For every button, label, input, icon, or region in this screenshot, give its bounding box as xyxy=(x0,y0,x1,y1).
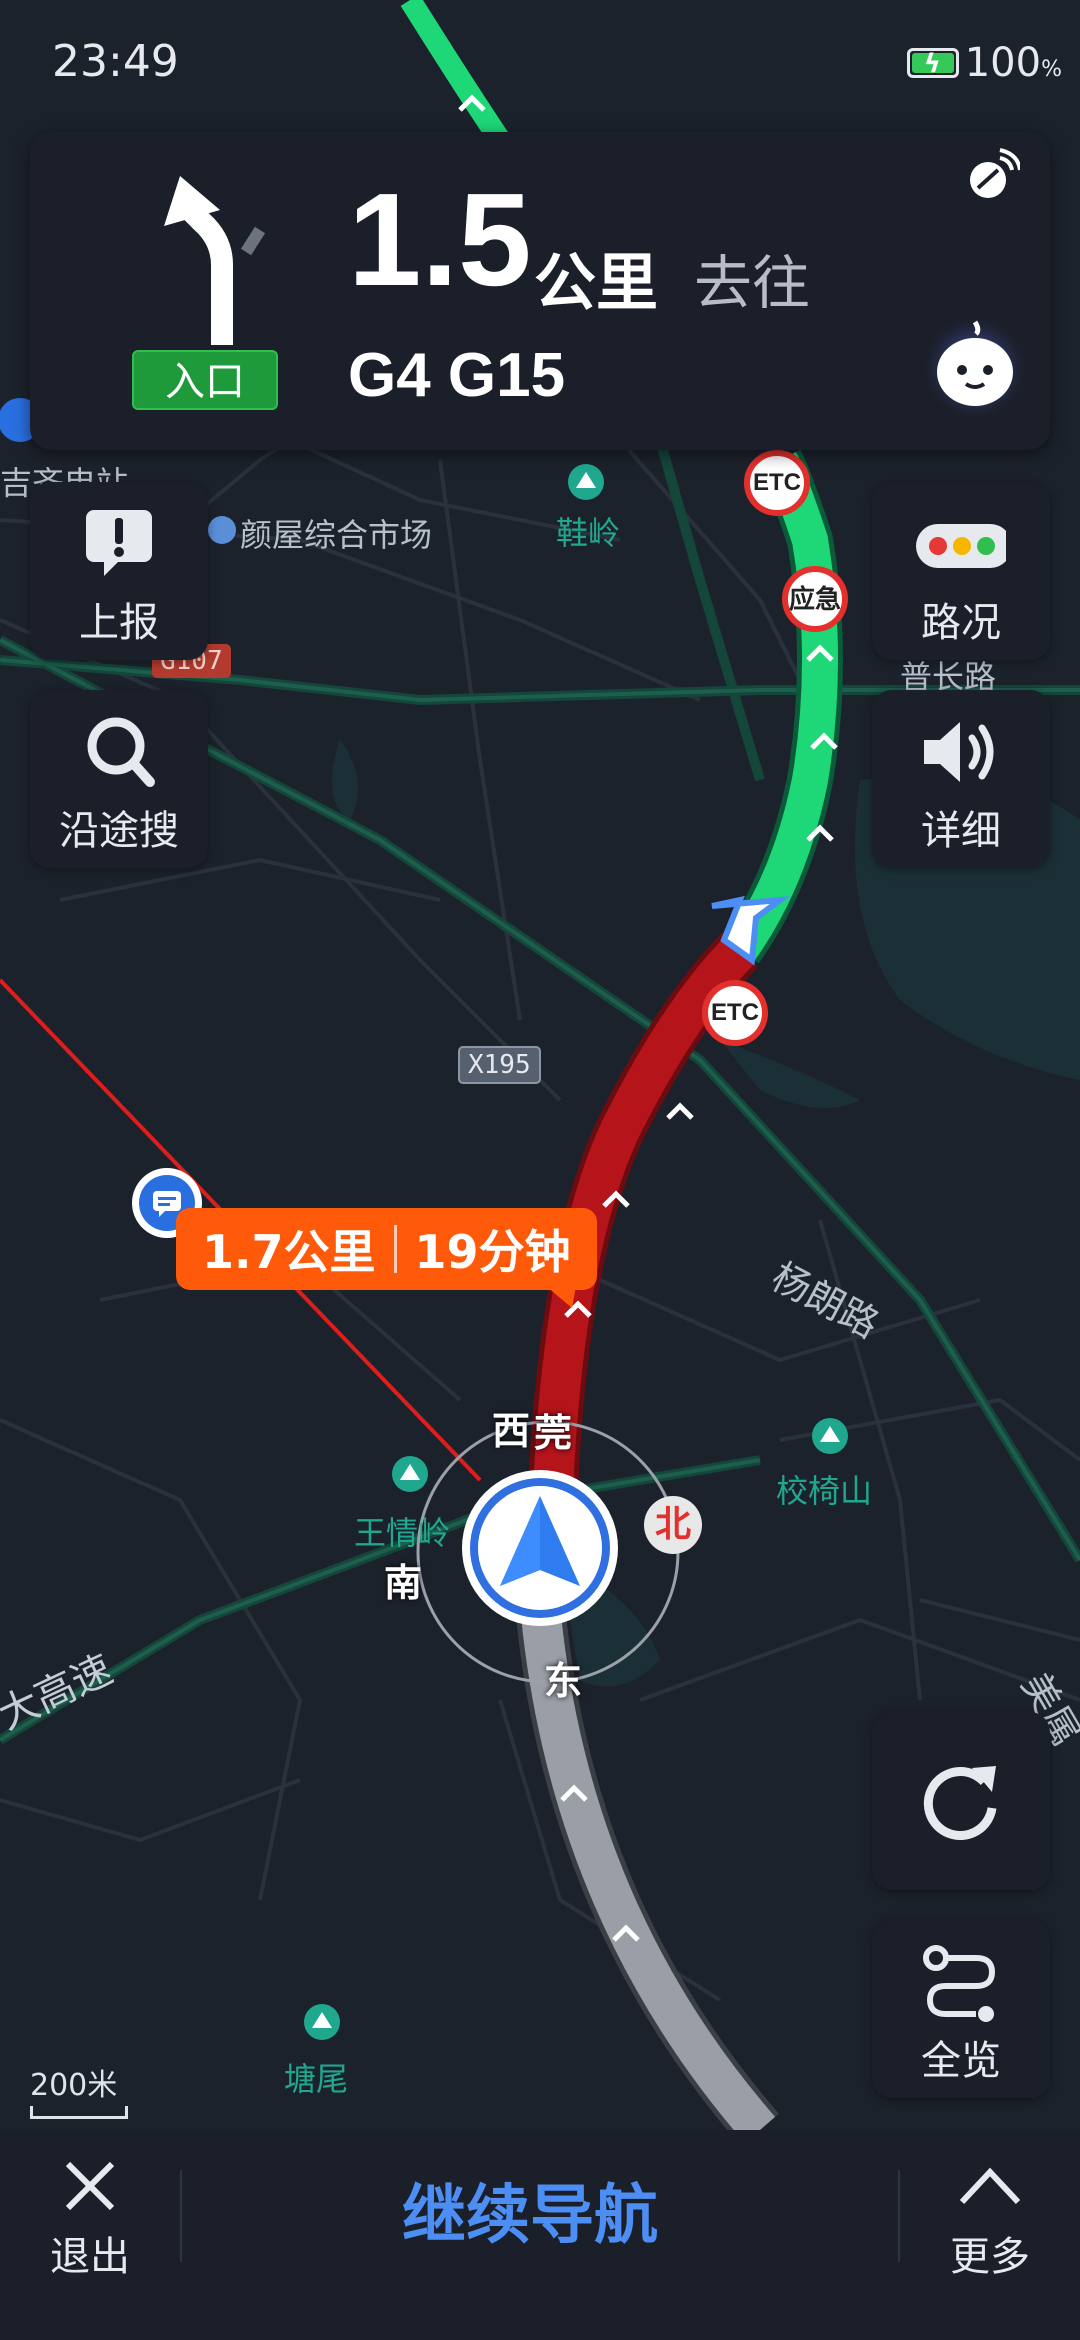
compass-west: 西 xyxy=(492,1409,531,1453)
maneuver-badge: 入口 xyxy=(132,350,278,410)
battery-icon: ϟ xyxy=(906,48,959,79)
emergency-marker: 应急 xyxy=(782,566,848,632)
detail-label: 详细 xyxy=(921,808,1001,854)
scale-bar xyxy=(30,2106,128,2119)
distance-value: 1.5 xyxy=(348,166,532,313)
route-distance: 1.7公里 xyxy=(202,1225,376,1279)
overview-button[interactable]: 全览 xyxy=(872,1920,1050,2098)
etc-marker: ETC xyxy=(702,980,768,1046)
navigation-screen: 吉齐电站 颜屋综合市场 鞋岭 普长路 杨朗路 校椅山 王情岭 塘尾 大高速 美属… xyxy=(0,0,1080,2340)
battery-indicator: ϟ 100% xyxy=(906,40,1062,86)
route-tag-pointer xyxy=(546,1286,576,1308)
overview-label: 全览 xyxy=(921,2038,1001,2084)
toward-label: 去往 xyxy=(694,249,811,317)
more-button[interactable]: 更多 xyxy=(920,2158,1060,2282)
map-label-tangwei: 塘尾 xyxy=(284,2060,349,2098)
exit-label: 退出 xyxy=(50,2234,130,2280)
search-along-button[interactable]: 沿途搜 xyxy=(30,690,208,868)
search-icon xyxy=(87,717,155,787)
status-time: 23:49 xyxy=(52,36,179,87)
divider xyxy=(898,2170,900,2262)
map-label-xieling: 鞋岭 xyxy=(556,514,621,552)
battery-unit: % xyxy=(1041,57,1062,82)
bottom-bar: 退出 继续导航 更多 xyxy=(0,2130,1080,2340)
voice-assistant-icon[interactable] xyxy=(920,308,1030,418)
guidance-card[interactable]: 入口 1.5 公里 去往 G4 G15 xyxy=(30,132,1050,450)
chevron-up-icon xyxy=(959,2167,1021,2205)
report-button[interactable]: 上报 xyxy=(30,482,208,660)
traffic-light-icon xyxy=(916,524,1006,568)
continue-navigation-button[interactable]: 继续导航 xyxy=(180,2170,880,2262)
route-overview-icon xyxy=(923,1945,996,2022)
report-icon xyxy=(86,510,152,576)
road-shield-x195: X195 xyxy=(458,1046,541,1084)
more-label: 更多 xyxy=(950,2234,1030,2280)
route-time: 19分钟 xyxy=(414,1225,571,1279)
next-road-name: G4 G15 xyxy=(348,341,566,410)
map-label-market: 颜屋综合市场 xyxy=(240,516,433,554)
gps-signal-icon[interactable] xyxy=(964,148,1020,204)
distance-unit: 公里 xyxy=(534,246,659,319)
battery-percent: 100 xyxy=(964,40,1042,86)
compass-east: 东 xyxy=(544,1659,583,1703)
exit-button[interactable]: 退出 xyxy=(20,2158,160,2282)
route-eta-tag[interactable]: 1.7公里 19分钟 xyxy=(176,1208,597,1290)
map-label-xiaoyi: 校椅山 xyxy=(776,1472,873,1510)
traffic-toggle-button[interactable]: 路况 xyxy=(872,482,1050,660)
compass-south: 南 xyxy=(384,1561,423,1605)
report-label: 上报 xyxy=(79,600,159,646)
scale-label: 200米 xyxy=(30,2068,118,2103)
close-icon xyxy=(65,2161,115,2211)
turn-left-icon xyxy=(164,176,266,345)
speaker-icon xyxy=(924,722,994,782)
road-name-partial: 莞 xyxy=(534,1411,573,1455)
search-along-label: 沿途搜 xyxy=(59,808,179,854)
compass-north[interactable]: 北 xyxy=(644,1496,702,1554)
voice-detail-button[interactable]: 详细 xyxy=(872,690,1050,868)
traffic-label: 路况 xyxy=(921,600,1001,646)
map-scale: 200米 xyxy=(30,2060,128,2119)
route-tag-divider xyxy=(393,1225,397,1273)
map-label-wangqingling: 王情岭 xyxy=(354,1514,451,1552)
refresh-icon xyxy=(923,1766,997,1840)
refresh-route-button[interactable] xyxy=(872,1712,1050,1890)
etc-marker: ETC xyxy=(744,450,810,516)
